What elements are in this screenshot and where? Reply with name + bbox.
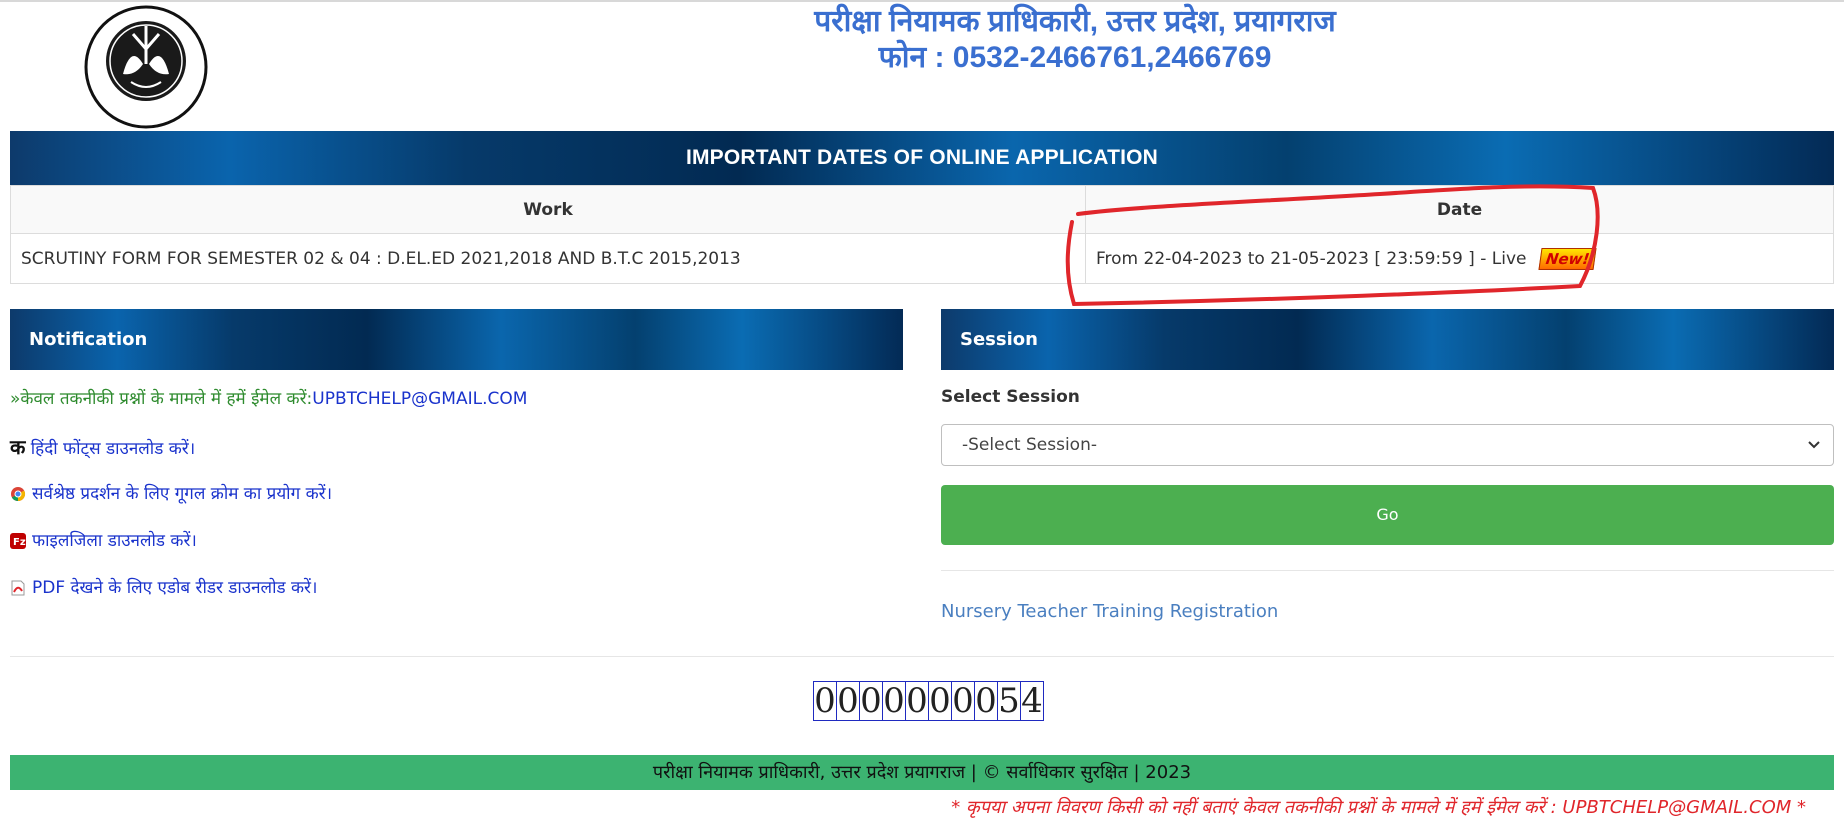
notification-item-pdf[interactable]: PDF देखने के लिए एडोब रीडर डाउनलोड करें। bbox=[10, 576, 317, 600]
filezilla-download-link[interactable]: फाइलजिला डाउनलोड करें। bbox=[32, 531, 197, 551]
counter-digit: 0 bbox=[883, 681, 906, 721]
pdf-icon bbox=[11, 580, 25, 596]
chevron-down-icon bbox=[1808, 441, 1820, 449]
notification-item-hindi-fonts[interactable]: क हिंदी फोंट्स डाउनलोड करें। bbox=[10, 435, 195, 461]
counter-digit: 4 bbox=[1021, 681, 1043, 721]
notification-heading: Notification bbox=[10, 309, 903, 370]
top-border bbox=[0, 0, 1844, 2]
date-range-text: From 22-04-2023 to 21-05-2023 [ 23:59:59… bbox=[1096, 248, 1527, 269]
select-session-label: Select Session bbox=[941, 387, 1080, 407]
notification-item-email: »केवल तकनीकी प्रश्नों के मामले में हमें … bbox=[10, 387, 527, 411]
notification-item-filezilla[interactable]: Fz फाइलजिला डाउनलोड करें। bbox=[10, 529, 197, 553]
visitor-counter: 0 0 0 0 0 0 0 0 5 4 bbox=[813, 681, 1044, 721]
counter-digit: 0 bbox=[952, 681, 975, 721]
session-heading: Session bbox=[941, 309, 1834, 370]
divider bbox=[10, 656, 1834, 657]
important-dates-table: Work Date SCRUTINY FORM FOR SEMESTER 02 … bbox=[10, 185, 1834, 284]
nursery-teacher-training-link[interactable]: Nursery Teacher Training Registration bbox=[941, 601, 1278, 622]
counter-digit: 5 bbox=[998, 681, 1021, 721]
column-header-work: Work bbox=[10, 185, 1086, 234]
table-row: SCRUTINY FORM FOR SEMESTER 02 & 04 : D.E… bbox=[10, 233, 1834, 284]
hindi-font-icon: क bbox=[10, 435, 26, 459]
work-cell: SCRUTINY FORM FOR SEMESTER 02 & 04 : D.E… bbox=[10, 233, 1086, 284]
footer-disclaimer: * कृपया अपना विवरण किसी को नहीं बताएं के… bbox=[951, 797, 1806, 818]
column-header-date: Date bbox=[1085, 185, 1834, 234]
date-cell: From 22-04-2023 to 21-05-2023 [ 23:59:59… bbox=[1085, 233, 1834, 284]
important-dates-heading: IMPORTANT DATES OF ONLINE APPLICATION bbox=[10, 131, 1834, 185]
counter-digit: 0 bbox=[814, 681, 837, 721]
email-notice-text: »केवल तकनीकी प्रश्नों के मामले में हमें … bbox=[10, 389, 313, 409]
filezilla-icon: Fz bbox=[10, 533, 26, 549]
footer-copyright: परीक्षा नियामक प्राधिकारी, उत्तर प्रदेश … bbox=[10, 755, 1834, 790]
svg-text:Fz: Fz bbox=[13, 537, 26, 548]
divider bbox=[941, 570, 1834, 571]
session-select[interactable]: -Select Session- bbox=[941, 424, 1834, 466]
support-email-link[interactable]: UPBTCHELP@GMAIL.COM bbox=[312, 389, 527, 409]
counter-digit: 0 bbox=[929, 681, 952, 721]
adobe-reader-download-link[interactable]: PDF देखने के लिए एडोब रीडर डाउनलोड करें। bbox=[32, 578, 317, 598]
chrome-recommendation-link[interactable]: सर्वश्रेष्ठ प्रदर्शन के लिए गूगल क्रोम क… bbox=[32, 484, 332, 504]
session-select-value: -Select Session- bbox=[962, 435, 1097, 455]
go-button[interactable]: Go bbox=[941, 485, 1834, 545]
counter-digit: 0 bbox=[860, 681, 883, 721]
chrome-icon bbox=[11, 487, 26, 502]
counter-digit: 0 bbox=[906, 681, 929, 721]
hindi-fonts-link[interactable]: हिंदी फोंट्स डाउनलोड करें। bbox=[31, 439, 195, 459]
counter-digit: 0 bbox=[975, 681, 998, 721]
counter-digit: 0 bbox=[837, 681, 860, 721]
phone-number: फोन : 0532-2466761,2466769 bbox=[878, 41, 1272, 74]
organization-title: परीक्षा नियामक प्राधिकारी, उत्तर प्रदेश,… bbox=[814, 5, 1336, 38]
new-badge: New! bbox=[1538, 247, 1598, 270]
notification-item-chrome[interactable]: सर्वश्रेष्ठ प्रदर्शन के लिए गूगल क्रोम क… bbox=[10, 482, 332, 506]
